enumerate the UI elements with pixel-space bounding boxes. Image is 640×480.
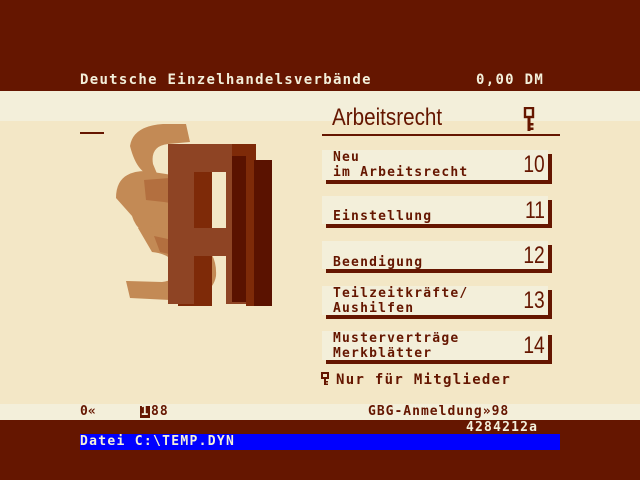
menu-item-number: 14 — [523, 332, 545, 359]
back-link[interactable]: 0« — [80, 404, 96, 419]
menu-item-number: 10 — [523, 151, 545, 178]
page-box: 1 — [140, 404, 150, 419]
menu-item-label: Musterverträge Merkblätter — [333, 331, 460, 361]
header-band — [0, 91, 640, 121]
page-code: 4284212a — [466, 420, 539, 435]
menu-item-beendigung[interactable]: Beendigung 12 — [322, 241, 548, 270]
menu-item-number: 11 — [525, 197, 545, 224]
menu-item-number: 13 — [523, 287, 545, 314]
key-icon — [523, 107, 535, 131]
header-rule-right — [322, 134, 560, 136]
menu-item-label: Teilzeitkräfte/ Aushilfen — [333, 286, 469, 316]
menu-item-number: 12 — [523, 242, 545, 269]
menu-item-label: Einstellung — [333, 209, 433, 224]
menu-item-einstellung[interactable]: Einstellung 11 — [322, 196, 548, 224]
status-text: Datei C:\TEMP.DYN — [80, 434, 236, 449]
provider-name: Deutsche Einzelhandelsverbände — [80, 72, 372, 88]
menu-item-label: Beendigung — [333, 255, 424, 270]
gbg-registration-link[interactable]: GBG-Anmeldung»98 — [368, 404, 509, 419]
menu-item-label: Neu im Arbeitsrecht — [333, 150, 469, 180]
footer-bar — [0, 404, 640, 420]
paragraph-logo — [116, 124, 272, 306]
key-icon — [321, 372, 329, 385]
page-price: 0,00 DM — [476, 72, 545, 88]
menu-item-neu[interactable]: Neu im Arbeitsrecht 10 — [322, 150, 548, 180]
members-only-note: Nur für Mitglieder — [320, 372, 511, 388]
header-rule-left — [80, 132, 104, 134]
page-title: Arbeitsrecht — [332, 104, 443, 131]
members-note-text: Nur für Mitglieder — [336, 372, 512, 388]
menu-item-teilzeitkraefte[interactable]: Teilzeitkräfte/ Aushilfen 13 — [322, 286, 548, 316]
page-number: 88 — [151, 404, 169, 419]
menu-item-mustervertraege[interactable]: Musterverträge Merkblätter 14 — [322, 331, 548, 361]
page-indicator[interactable]: 1 88 — [140, 404, 169, 419]
